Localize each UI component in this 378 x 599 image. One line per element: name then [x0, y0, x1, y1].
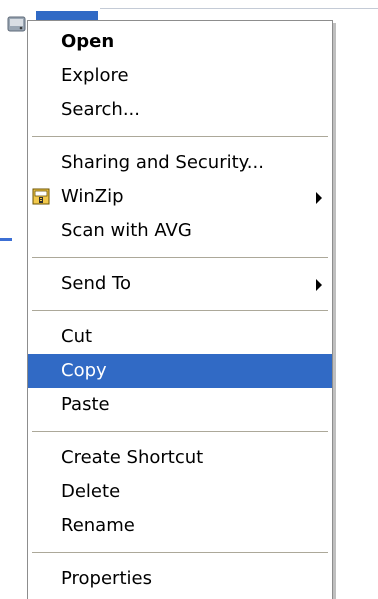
menu-item-scan-avg[interactable]: Scan with AVG	[28, 214, 332, 248]
menu-item-properties-label: Properties	[61, 568, 152, 589]
context-menu: Open Explore Search... Sharing and Secur…	[27, 20, 333, 599]
desktop: Open Explore Search... Sharing and Secur…	[0, 0, 378, 599]
menu-separator	[32, 552, 328, 553]
menu-item-sharing-security[interactable]: Sharing and Security...	[28, 146, 332, 180]
menu-item-send-to[interactable]: Send To	[28, 267, 332, 301]
submenu-arrow-icon	[316, 192, 322, 204]
menu-item-open-label: Open	[61, 31, 115, 52]
menu-item-copy[interactable]: Copy	[28, 354, 332, 388]
menu-item-rename[interactable]: Rename	[28, 509, 332, 543]
menu-item-create-shortcut-label: Create Shortcut	[61, 447, 204, 468]
menu-item-explore[interactable]: Explore	[28, 59, 332, 93]
menu-item-copy-label: Copy	[61, 360, 107, 381]
menu-item-send-to-label: Send To	[61, 273, 132, 294]
menu-item-delete-label: Delete	[61, 481, 121, 502]
submenu-arrow-icon	[316, 279, 322, 291]
menu-item-create-shortcut[interactable]: Create Shortcut	[28, 441, 332, 475]
menu-item-paste-label: Paste	[61, 394, 110, 415]
menu-item-cut[interactable]: Cut	[28, 320, 332, 354]
menu-item-winzip[interactable]: WinZip	[28, 180, 332, 214]
menu-item-search[interactable]: Search...	[28, 93, 332, 127]
background-divider	[100, 8, 378, 9]
winzip-icon	[32, 188, 50, 205]
menu-item-sharing-security-label: Sharing and Security...	[61, 152, 264, 173]
menu-item-open[interactable]: Open	[28, 25, 332, 59]
menu-item-paste[interactable]: Paste	[28, 388, 332, 422]
menu-item-cut-label: Cut	[61, 326, 93, 347]
menu-item-scan-avg-label: Scan with AVG	[61, 220, 192, 241]
menu-separator	[32, 431, 328, 432]
menu-item-properties[interactable]: Properties	[28, 562, 332, 596]
menu-separator	[32, 310, 328, 311]
background-selection-marker	[0, 238, 12, 241]
menu-separator	[32, 136, 328, 137]
menu-item-winzip-label: WinZip	[61, 186, 124, 207]
menu-separator	[32, 257, 328, 258]
menu-item-explore-label: Explore	[61, 65, 129, 86]
menu-item-rename-label: Rename	[61, 515, 135, 536]
drive-icon	[7, 16, 26, 32]
menu-item-search-label: Search...	[61, 99, 141, 120]
menu-item-delete[interactable]: Delete	[28, 475, 332, 509]
